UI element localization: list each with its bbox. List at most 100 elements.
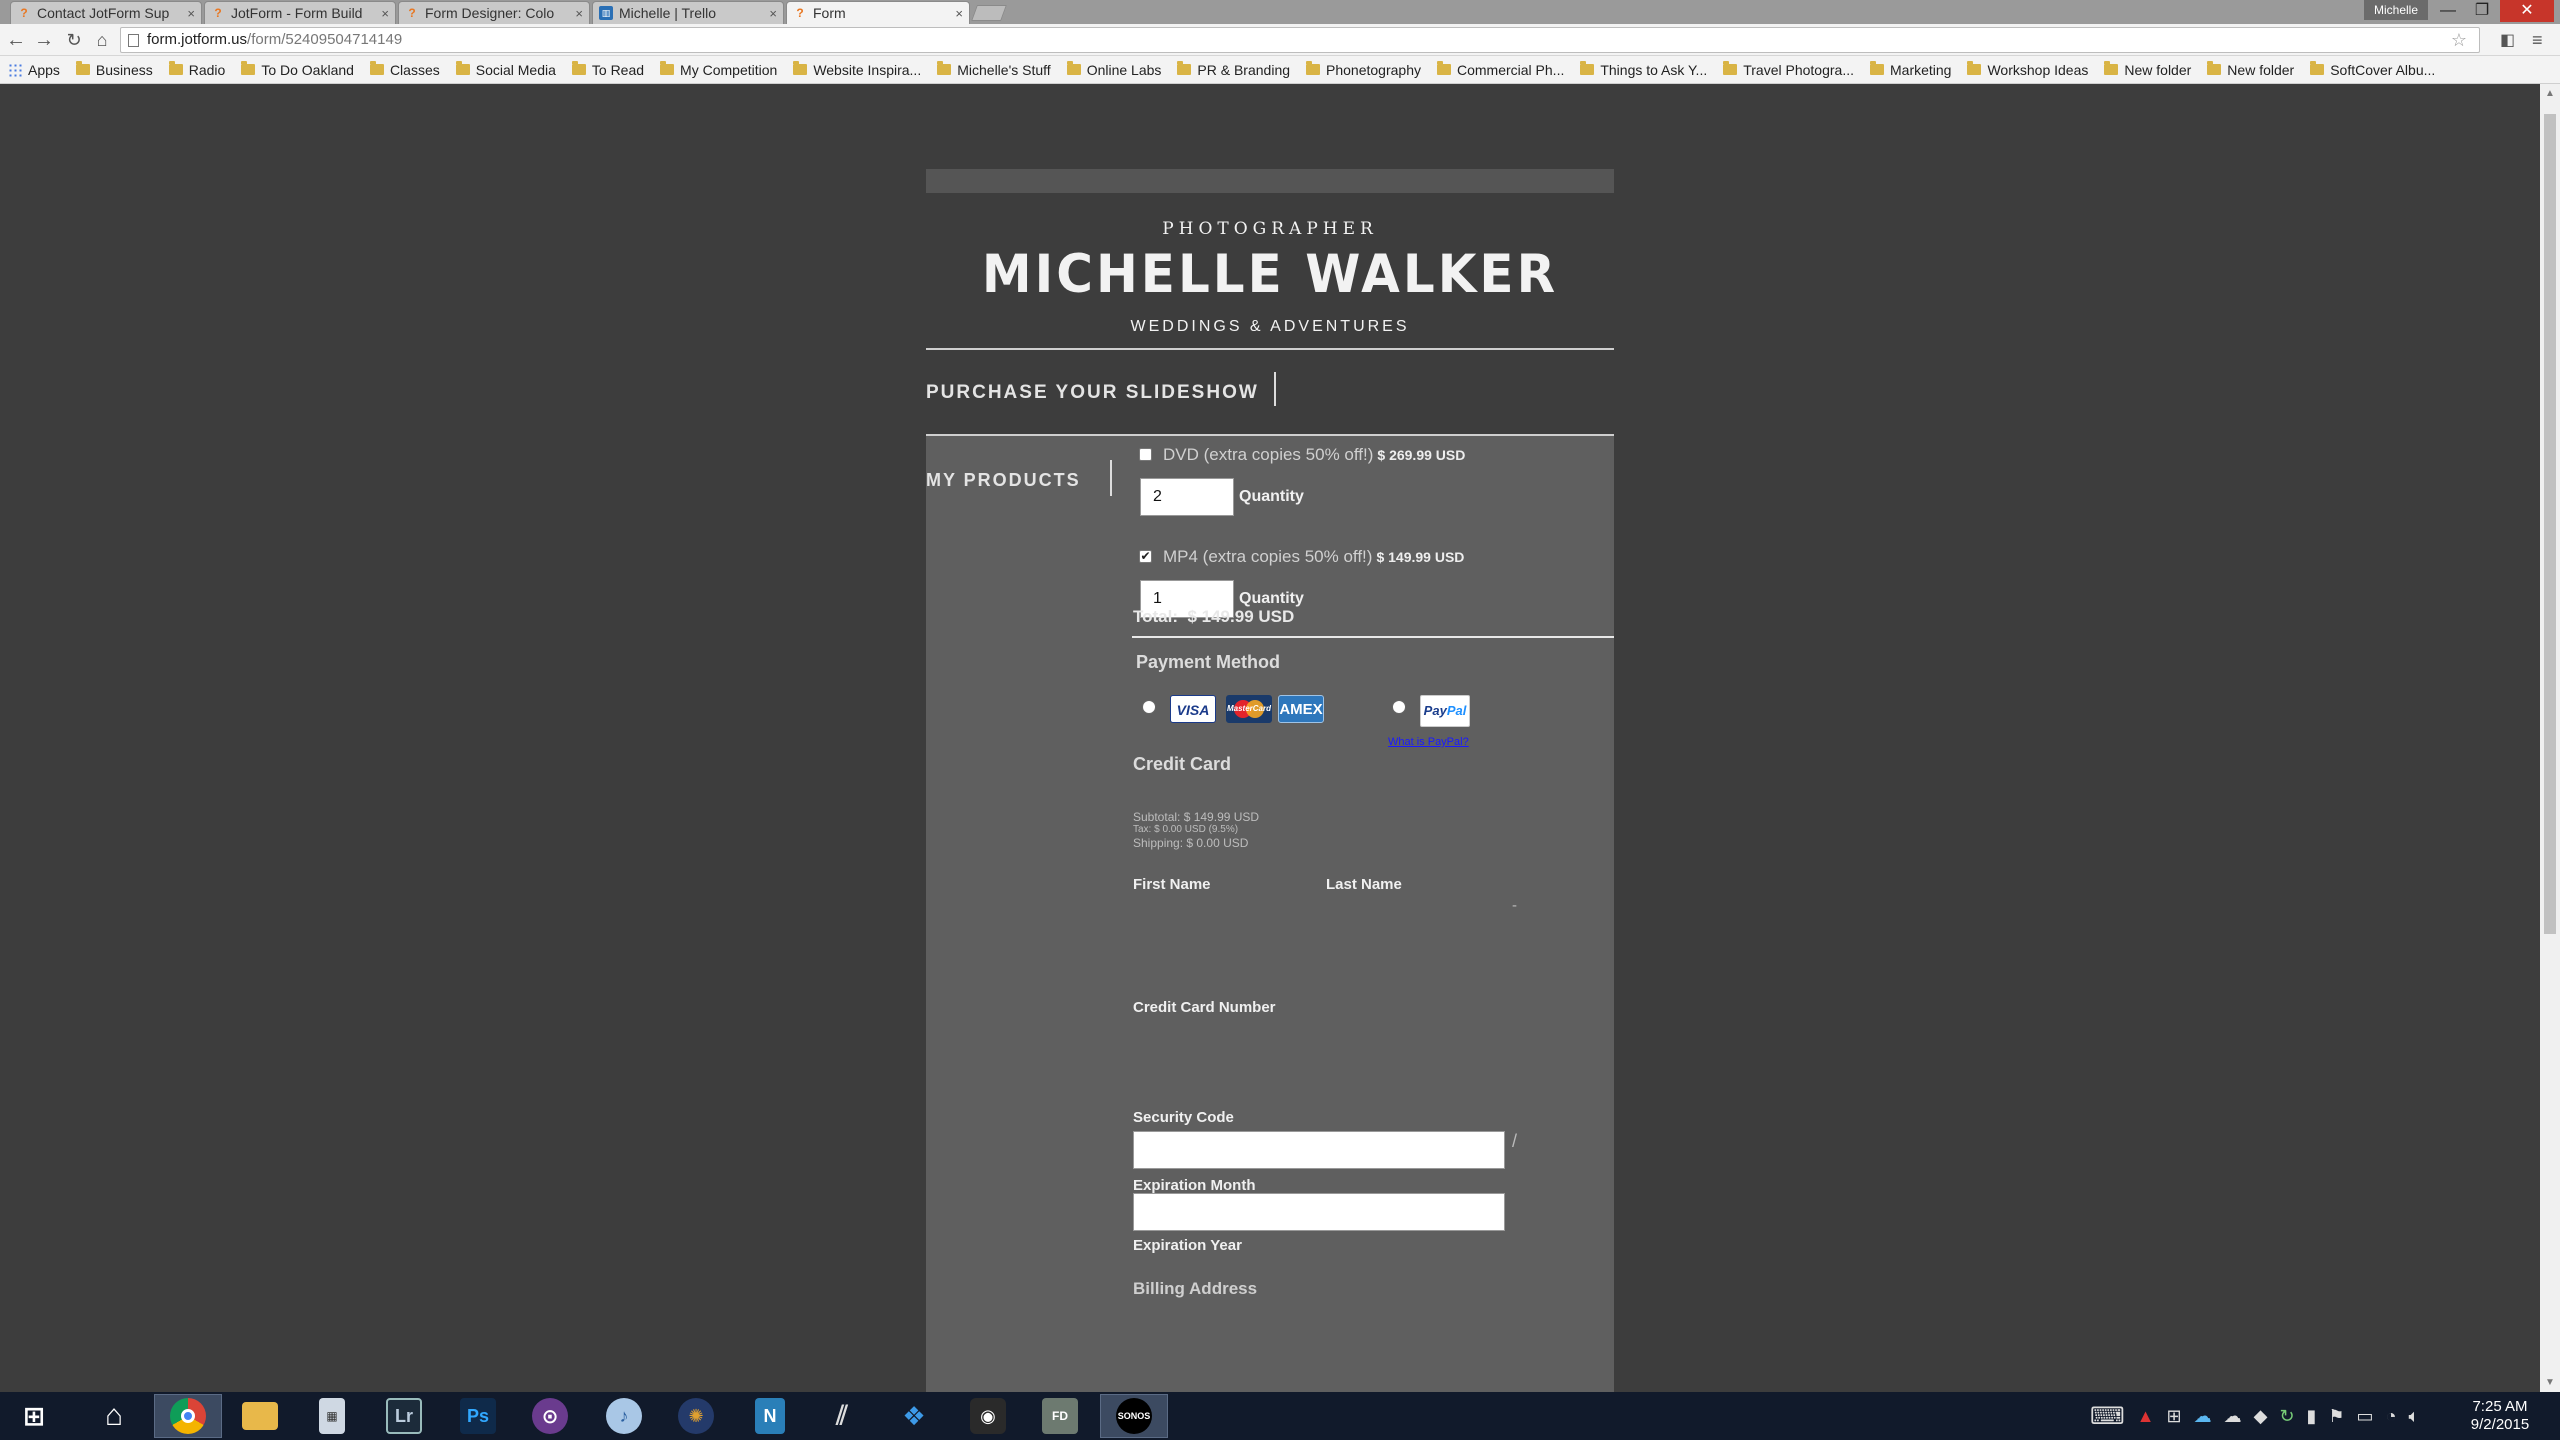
- bookmark-folder[interactable]: New folder: [2207, 61, 2294, 78]
- taskbar-calculator[interactable]: ▦: [298, 1394, 366, 1438]
- dvd-quantity-input[interactable]: 2: [1140, 478, 1234, 516]
- taskbar-webcam[interactable]: ◉: [954, 1394, 1022, 1438]
- menu-icon[interactable]: ≡: [2532, 30, 2552, 50]
- tab-title: Michelle | Trello: [619, 5, 717, 21]
- taskbar-home[interactable]: ⌂: [80, 1394, 148, 1438]
- maximize-button[interactable]: ❐: [2466, 0, 2498, 22]
- taskbar-sonos[interactable]: SONOS: [1100, 1394, 1168, 1438]
- scroll-down-icon[interactable]: ▼: [2540, 1377, 2560, 1388]
- tab-title: Form: [813, 5, 846, 21]
- close-icon[interactable]: ×: [769, 6, 777, 21]
- wifi-icon[interactable]: ◔: [2386, 1406, 2397, 1427]
- address-bar[interactable]: form.jotform.us/form/52409504714149 ☆: [120, 27, 2480, 53]
- network-sync-icon[interactable]: ↻: [2279, 1406, 2294, 1427]
- tab-form-designer[interactable]: ? Form Designer: Colo ×: [398, 1, 590, 24]
- bookmark-apps[interactable]: Apps: [8, 62, 60, 78]
- bookmark-folder[interactable]: Website Inspira...: [793, 61, 921, 78]
- bookmark-folder[interactable]: Classes: [369, 61, 440, 78]
- taskbar-itunes[interactable]: ♪: [590, 1394, 658, 1438]
- expiration-month-label: Expiration Month: [1133, 1177, 1256, 1194]
- payment-method-title: Payment Method: [1136, 652, 1281, 672]
- bookmark-folder[interactable]: Things to Ask Y...: [1580, 61, 1707, 78]
- taskbar-chrome[interactable]: [154, 1394, 222, 1438]
- taskbar-tor[interactable]: ⊙: [516, 1394, 584, 1438]
- amex-icon: AMEX: [1278, 695, 1324, 723]
- back-arrow-icon[interactable]: ←: [4, 28, 28, 52]
- taskbar-wunderlist[interactable]: ⫽: [808, 1394, 876, 1438]
- bookmark-folder[interactable]: SoftCover Albu...: [2310, 61, 2435, 78]
- close-icon[interactable]: ×: [381, 6, 389, 21]
- taskbar-file-explorer[interactable]: [226, 1394, 294, 1438]
- scroll-up-icon[interactable]: ▲: [2540, 88, 2560, 99]
- bookmark-folder[interactable]: Workshop Ideas: [1967, 61, 2088, 78]
- new-tab-button[interactable]: [971, 5, 1007, 21]
- bookmark-folder[interactable]: PR & Branding: [1177, 61, 1290, 78]
- folder-icon: [1436, 61, 1451, 75]
- cloud-icon[interactable]: ☁: [2194, 1406, 2212, 1427]
- scrollbar-thumb[interactable]: [2544, 114, 2556, 934]
- divider: [1110, 460, 1112, 496]
- volume-icon[interactable]: 🔈︎: [2408, 1406, 2419, 1427]
- bookmark-folder[interactable]: Business: [75, 61, 153, 78]
- onedrive-icon[interactable]: ☁: [2224, 1406, 2242, 1427]
- bookmark-star-icon[interactable]: ☆: [2451, 28, 2467, 52]
- page-scrollbar[interactable]: ▲ ▼: [2540, 84, 2560, 1392]
- bookmark-folder[interactable]: To Do Oakland: [241, 61, 354, 78]
- start-button[interactable]: ⊞: [0, 1394, 68, 1438]
- trello-icon: ▥: [599, 6, 613, 20]
- taskbar-dropbox[interactable]: ❖: [880, 1394, 948, 1438]
- system-clock[interactable]: 7:25 AM 9/2/2015: [2450, 1398, 2550, 1434]
- clock-time: 7:25 AM: [2472, 1398, 2528, 1415]
- taskbar-folder-fd[interactable]: FD: [1026, 1394, 1094, 1438]
- extension-icon[interactable]: ◧: [2500, 30, 2520, 50]
- bookmark-folder[interactable]: Commercial Ph...: [1436, 61, 1564, 78]
- notification-icon[interactable]: ◆: [2254, 1406, 2268, 1427]
- bookmark-folder[interactable]: Social Media: [455, 61, 556, 78]
- what-is-paypal-link[interactable]: What is PayPal?: [1388, 736, 1469, 748]
- bookmark-folder[interactable]: Radio: [168, 61, 225, 78]
- bookmark-folder[interactable]: Phonetography: [1306, 61, 1421, 78]
- tab-jotform-builder[interactable]: ? JotForm - Form Build ×: [204, 1, 396, 24]
- home-icon[interactable]: ⌂: [90, 28, 114, 52]
- close-icon[interactable]: ×: [955, 6, 963, 21]
- tab-trello[interactable]: ▥ Michelle | Trello ×: [592, 1, 784, 24]
- folder-icon: [168, 61, 183, 75]
- tab-strip: ? Contact JotForm Sup × ? JotForm - Form…: [0, 0, 2560, 24]
- close-icon[interactable]: ×: [575, 6, 583, 21]
- bookmark-folder[interactable]: New folder: [2104, 61, 2191, 78]
- taskbar-camera-app[interactable]: ✺: [662, 1394, 730, 1438]
- reload-icon[interactable]: ↻: [62, 28, 86, 52]
- bookmark-folder[interactable]: Online Labs: [1066, 61, 1161, 78]
- bookmark-folder[interactable]: Travel Photogra...: [1723, 61, 1854, 78]
- bookmark-folder[interactable]: Michelle's Stuff: [937, 61, 1051, 78]
- mp4-checkbox[interactable]: ✔: [1139, 550, 1152, 563]
- paypal-radio[interactable]: [1392, 700, 1406, 714]
- expiration-year-select[interactable]: [1133, 1193, 1505, 1231]
- battery-icon[interactable]: ▮: [2307, 1406, 2317, 1427]
- folder-icon: [1177, 61, 1192, 75]
- taskbar-lightroom[interactable]: Lr: [370, 1394, 438, 1438]
- windows-icon[interactable]: ⊞: [2166, 1406, 2181, 1427]
- forward-arrow-icon[interactable]: →: [32, 28, 56, 52]
- bookmark-folder[interactable]: My Competition: [660, 61, 777, 78]
- flag-icon[interactable]: ⚑: [2328, 1406, 2344, 1427]
- logo-tagline-top: PHOTOGRAPHER: [1162, 219, 1378, 239]
- taskbar-word-app[interactable]: N: [736, 1394, 804, 1438]
- taskbar-photoshop[interactable]: Ps: [444, 1394, 512, 1438]
- profile-button[interactable]: Michelle: [2364, 0, 2428, 20]
- dvd-checkbox[interactable]: [1139, 448, 1152, 461]
- expiration-month-select[interactable]: [1133, 1131, 1505, 1169]
- keyboard-icon[interactable]: ⌨: [2090, 1402, 2125, 1431]
- clock-date: 9/2/2015: [2470, 1416, 2530, 1433]
- acrobat-icon[interactable]: ▲: [2137, 1406, 2155, 1427]
- tab-contact-jotform[interactable]: ? Contact JotForm Sup ×: [10, 1, 202, 24]
- aperture-icon: ✺: [678, 1398, 714, 1434]
- close-icon[interactable]: ×: [187, 6, 195, 21]
- credit-card-radio[interactable]: [1142, 700, 1156, 714]
- tab-form[interactable]: ? Form ×: [786, 1, 970, 24]
- bookmark-folder[interactable]: To Read: [571, 61, 644, 78]
- bookmark-folder[interactable]: Marketing: [1870, 61, 1951, 78]
- monitor-icon[interactable]: ▭: [2357, 1406, 2374, 1427]
- close-window-button[interactable]: ✕: [2500, 0, 2554, 22]
- minimize-button[interactable]: —: [2432, 0, 2464, 22]
